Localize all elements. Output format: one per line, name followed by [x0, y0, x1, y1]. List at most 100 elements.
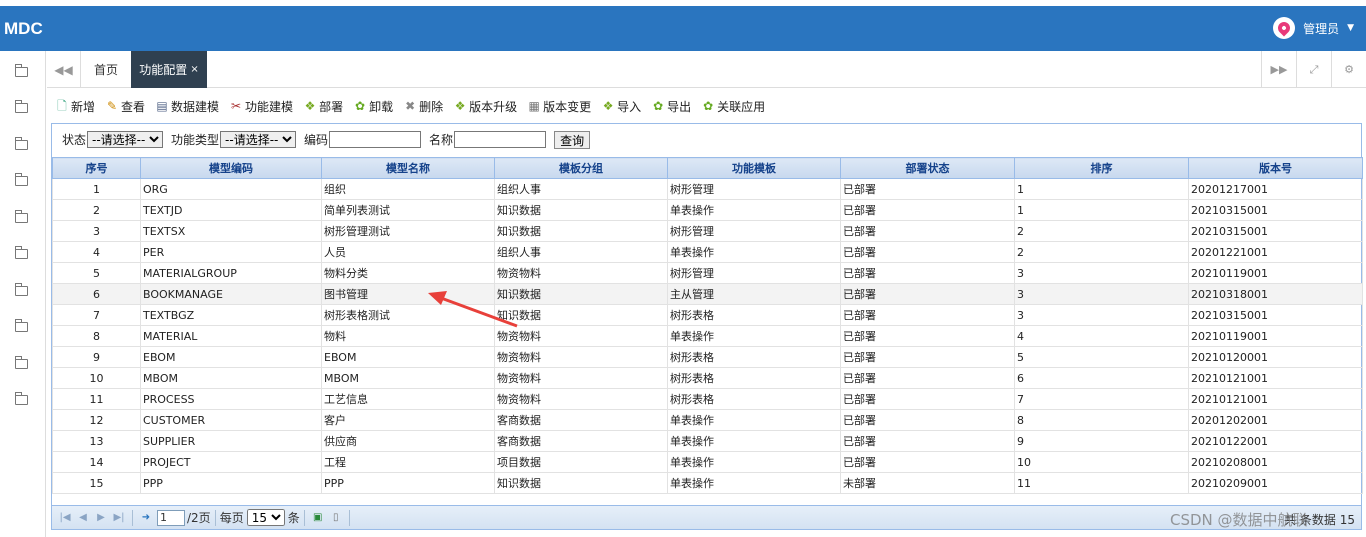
- table-cell: 20210315001: [1188, 220, 1363, 242]
- page-input[interactable]: 1: [157, 509, 185, 526]
- tab-bar: ◀◀ 首页 功能配置 × ▶▶ ⤢ ⚙: [47, 51, 1366, 88]
- folder-icon[interactable]: [15, 392, 28, 405]
- table-cell: 主从管理: [667, 283, 841, 305]
- table-cell: 组织: [321, 178, 495, 200]
- upgrade-button[interactable]: ❖ 版本升级: [453, 98, 517, 115]
- folder-icon[interactable]: [15, 356, 28, 369]
- import-icon: ❖: [602, 99, 614, 113]
- tab-function-config[interactable]: 功能配置 ×: [131, 51, 207, 88]
- table-row[interactable]: 2 TEXTJD 简单列表测试 知识数据 单表操作 已部署 1 20210315001: [52, 199, 1363, 221]
- column-header[interactable]: 部署状态: [840, 157, 1015, 179]
- folder-icon[interactable]: [15, 64, 28, 77]
- table-row[interactable]: 4 PER 人员 组织人事 单表操作 已部署 2 20201221001: [52, 241, 1363, 263]
- table-cell: 未部署: [840, 472, 1015, 494]
- table-cell: 单表操作: [667, 325, 841, 347]
- first-page-icon[interactable]: |◀: [56, 512, 74, 523]
- table-cell: MBOM: [321, 367, 495, 389]
- table-cell: 3: [1014, 262, 1189, 284]
- data-model-button[interactable]: ▤ 数据建模: [155, 98, 219, 115]
- folder-icon[interactable]: [15, 283, 28, 296]
- new-button[interactable]: 🗋 新增: [55, 98, 95, 115]
- table-row[interactable]: 12 CUSTOMER 客户 客商数据 单表操作 已部署 8 20201202001: [52, 409, 1363, 431]
- settings-icon[interactable]: ⚙: [1331, 51, 1366, 88]
- folder-icon[interactable]: [15, 100, 28, 113]
- view-button[interactable]: ✎ 查看: [105, 98, 145, 115]
- query-button[interactable]: 查询: [554, 130, 591, 149]
- table-row[interactable]: 14 PROJECT 工程 项目数据 单表操作 已部署 10 20210208001: [52, 451, 1363, 473]
- tab-home[interactable]: 首页: [81, 51, 131, 88]
- last-page-icon[interactable]: ▶|: [110, 512, 128, 523]
- close-icon[interactable]: ×: [190, 64, 198, 75]
- uninstall-button[interactable]: ✿ 卸载: [353, 98, 393, 115]
- sidebar: [0, 51, 46, 537]
- header-row: 序号 模型编码 模型名称 模板分组 功能模板 部署状态 排序 版本号: [52, 157, 1363, 179]
- table-row[interactable]: 13 SUPPLIER 供应商 客商数据 单表操作 已部署 9 20210122001: [52, 430, 1363, 452]
- tools-icon: ✂: [231, 99, 242, 113]
- name-input[interactable]: [454, 131, 547, 148]
- folder-icon[interactable]: [15, 210, 28, 223]
- table-cell: 已部署: [840, 451, 1015, 473]
- table-row[interactable]: 6 BOOKMANAGE 图书管理 知识数据 主从管理 已部署 3 20210318001: [52, 283, 1363, 305]
- table-cell: CUSTOMER: [140, 409, 322, 431]
- column-header[interactable]: 模板分组: [494, 157, 668, 179]
- per-page-select[interactable]: 15: [246, 509, 285, 526]
- fullscreen-icon[interactable]: ⤢: [1296, 51, 1331, 88]
- table-row[interactable]: 5 MATERIALGROUP 物料分类 物资物料 树形管理 已部署 3 2021011900…: [52, 262, 1363, 284]
- table-cell: 已部署: [840, 409, 1015, 431]
- deploy-button[interactable]: ❖ 部署: [303, 98, 343, 115]
- code-input[interactable]: [329, 131, 422, 148]
- table-row[interactable]: 1 ORG 组织 组织人事 树形管理 已部署 1 20201217001: [52, 178, 1363, 200]
- table-row[interactable]: 3 TEXTSX 树形管理测试 知识数据 树形管理 已部署 2 20210315001: [52, 220, 1363, 242]
- table-cell: 项目数据: [494, 451, 668, 473]
- table-cell: 2: [52, 199, 141, 221]
- table-cell: 供应商: [321, 430, 495, 452]
- version-change-button[interactable]: ▦ 版本变更: [527, 98, 591, 115]
- column-header[interactable]: 版本号: [1188, 157, 1363, 179]
- column-header[interactable]: 功能模板: [667, 157, 841, 179]
- table-row[interactable]: 15 PPP PPP 知识数据 单表操作 未部署 11 20210209001: [52, 472, 1363, 494]
- change-icon: ▦: [528, 99, 540, 113]
- status-select[interactable]: --请选择--: [87, 131, 164, 148]
- folder-icon[interactable]: [15, 137, 28, 150]
- table-cell: PROJECT: [140, 451, 322, 473]
- divider: [214, 509, 216, 526]
- table-row[interactable]: 10 MBOM MBOM 物资物料 树形表格 已部署 6 20210121001: [52, 367, 1363, 389]
- column-header[interactable]: 模型名称: [321, 157, 495, 179]
- table-cell: 1: [52, 178, 141, 200]
- table-row[interactable]: 8 MATERIAL 物料 物资物料 单表操作 已部署 4 20210119001: [52, 325, 1363, 347]
- document-icon[interactable]: ▯: [327, 512, 345, 523]
- export-button[interactable]: ✿ 导出: [651, 98, 691, 115]
- table-row[interactable]: 7 TEXTBGZ 树形表格测试 知识数据 树形表格 已部署 3 20210315001: [52, 304, 1363, 326]
- delete-icon: ✖: [405, 99, 416, 113]
- prev-page-icon[interactable]: ◀: [74, 512, 92, 523]
- table-row[interactable]: 9 EBOM EBOM 物资物料 树形表格 已部署 5 20210120001: [52, 346, 1363, 368]
- data-model-icon: ▤: [156, 99, 168, 113]
- location-pin-icon: [1275, 19, 1293, 37]
- user-menu[interactable]: 管理员 ▼: [1273, 17, 1354, 39]
- table-cell: 6: [1014, 367, 1189, 389]
- tab-scroll-right-icon[interactable]: ▶▶: [1261, 51, 1296, 88]
- column-header[interactable]: 模型编码: [140, 157, 322, 179]
- pager: |◀ ◀ ▶ ▶| ➜ 1 /2页 每页 15 条 ▣ ▯ 共 条数据 15: [52, 505, 1361, 529]
- folder-icon[interactable]: [15, 246, 28, 259]
- table-cell: 11: [1014, 472, 1189, 494]
- column-header[interactable]: 排序: [1014, 157, 1189, 179]
- table-cell: PROCESS: [140, 388, 322, 410]
- go-page-icon[interactable]: ➜: [137, 512, 155, 523]
- table-cell: 物资物料: [494, 262, 668, 284]
- link-app-button[interactable]: ✿ 关联应用: [701, 98, 765, 115]
- table-cell: MATERIALGROUP: [140, 262, 322, 284]
- tab-scroll-left-icon[interactable]: ◀◀: [47, 51, 81, 88]
- function-model-button[interactable]: ✂ 功能建模: [229, 98, 293, 115]
- next-page-icon[interactable]: ▶: [92, 512, 110, 523]
- caret-down-icon: ▼: [1347, 23, 1354, 33]
- delete-button[interactable]: ✖ 删除: [403, 98, 443, 115]
- folder-icon[interactable]: [15, 319, 28, 332]
- table-row[interactable]: 11 PROCESS 工艺信息 物资物料 树形表格 已部署 7 20210121001: [52, 388, 1363, 410]
- import-button[interactable]: ❖ 导入: [601, 98, 641, 115]
- excel-icon[interactable]: ▣: [309, 512, 327, 523]
- folder-icon[interactable]: [15, 173, 28, 186]
- type-select[interactable]: --请选择--: [220, 131, 297, 148]
- column-header[interactable]: 序号: [52, 157, 141, 179]
- table-cell: 8: [52, 325, 141, 347]
